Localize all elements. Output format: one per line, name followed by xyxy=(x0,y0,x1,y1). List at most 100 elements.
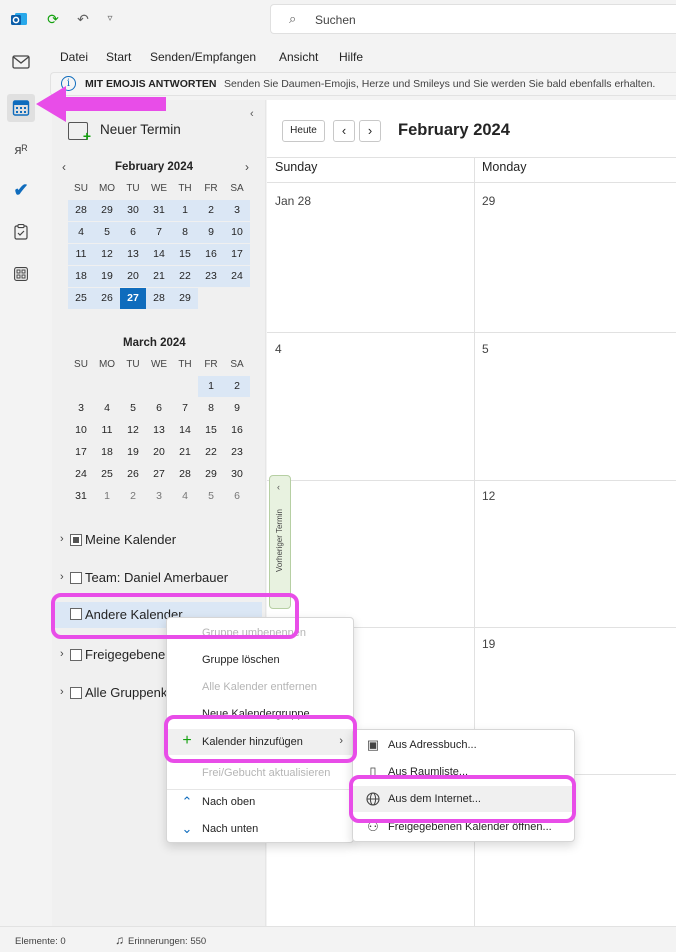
mini-cal-day[interactable]: 6 xyxy=(146,398,172,419)
people-icon[interactable]: ᴙᴿ xyxy=(9,138,33,162)
mini-cal-day[interactable]: 9 xyxy=(224,398,250,419)
mini-cal-prev-icon[interactable]: ‹ xyxy=(62,160,66,174)
mini-cal-day[interactable]: 10 xyxy=(224,222,250,243)
apps-icon[interactable] xyxy=(9,262,33,286)
expand-chevron-icon[interactable]: › xyxy=(60,686,64,698)
previous-appointment-tab[interactable]: ‹ Vorheriger Termin xyxy=(269,475,291,609)
submenu-from-internet[interactable]: Aus dem Internet... xyxy=(353,786,574,812)
menu-item-add-calendar[interactable]: + Kalender hinzufügen › xyxy=(167,729,353,755)
mini-cal-day[interactable]: 2 xyxy=(198,200,224,221)
expand-chevron-icon[interactable]: › xyxy=(60,648,64,660)
mini-cal-day[interactable]: 17 xyxy=(68,442,94,463)
mini-cal-day[interactable]: 21 xyxy=(172,442,198,463)
menu-senden-empfangen[interactable]: Senden/Empfangen xyxy=(150,50,256,64)
mini-cal-day[interactable]: 13 xyxy=(146,420,172,441)
folder-checkbox[interactable] xyxy=(70,534,82,546)
mini-cal-day[interactable]: 21 xyxy=(146,266,172,287)
menu-start[interactable]: Start xyxy=(106,50,131,64)
collapse-pane-icon[interactable]: ‹ xyxy=(250,108,254,120)
mini-cal-day[interactable]: 25 xyxy=(68,288,94,309)
mini-cal-day[interactable]: 27 xyxy=(120,288,146,309)
folder-checkbox[interactable] xyxy=(70,687,82,699)
mini-cal-day[interactable]: 18 xyxy=(94,442,120,463)
mini-cal-day[interactable]: 18 xyxy=(68,266,94,287)
mini-cal-day[interactable]: 3 xyxy=(224,200,250,221)
mini-cal-day[interactable]: 5 xyxy=(94,222,120,243)
mini-cal-day[interactable]: 2 xyxy=(120,486,146,507)
mini-cal-day[interactable]: 4 xyxy=(94,398,120,419)
menu-datei[interactable]: Datei xyxy=(60,50,88,64)
mini-cal-day[interactable]: 9 xyxy=(198,222,224,243)
mini-cal-day[interactable]: 26 xyxy=(94,288,120,309)
mini-cal-day[interactable]: 19 xyxy=(94,266,120,287)
expand-chevron-icon[interactable]: › xyxy=(60,533,64,545)
search-input[interactable]: ⌕ Suchen xyxy=(270,4,676,34)
mini-cal-day[interactable]: 20 xyxy=(120,266,146,287)
mini-cal-day[interactable]: 5 xyxy=(120,398,146,419)
menu-item-rename-group[interactable]: Gruppe umbenennen xyxy=(167,620,353,646)
mini-cal-day[interactable]: 28 xyxy=(172,464,198,485)
mini-cal-day[interactable]: 15 xyxy=(172,244,198,265)
sync-icon[interactable]: ⟳ xyxy=(44,10,62,28)
mini-cal-day[interactable]: 14 xyxy=(172,420,198,441)
mini-cal-day[interactable]: 2 xyxy=(224,376,250,397)
mini-cal-day[interactable]: 16 xyxy=(224,420,250,441)
menu-hilfe[interactable]: Hilfe xyxy=(339,50,363,64)
menu-item-delete-group[interactable]: Gruppe löschen xyxy=(167,647,353,673)
mini-cal-day[interactable]: 30 xyxy=(224,464,250,485)
mini-cal-day[interactable]: 6 xyxy=(120,222,146,243)
mini-cal-day[interactable]: 30 xyxy=(120,200,146,221)
mini-cal-day[interactable]: 31 xyxy=(68,486,94,507)
mini-cal-day[interactable]: 27 xyxy=(146,464,172,485)
mini-cal-day[interactable]: 28 xyxy=(146,288,172,309)
mini-cal-day[interactable]: 31 xyxy=(146,200,172,221)
menu-item-new-group[interactable]: Neue Kalendergruppe xyxy=(167,701,353,727)
mini-cal-day[interactable]: 19 xyxy=(120,442,146,463)
menu-item-move-up[interactable]: ⌃ Nach oben xyxy=(167,789,353,815)
mini-cal-day[interactable]: 8 xyxy=(172,222,198,243)
mini-cal-day[interactable]: 29 xyxy=(198,464,224,485)
prev-month-button[interactable]: ‹ xyxy=(333,120,355,142)
mini-cal-day[interactable]: 25 xyxy=(94,464,120,485)
reminders-count[interactable]: Erinnerungen: 550 xyxy=(128,936,206,947)
day-cell-label[interactable]: 19 xyxy=(482,637,495,651)
menu-item-refresh-freebusy[interactable]: Frei/Gebucht aktualisieren xyxy=(167,760,353,786)
mini-cal-day[interactable]: 8 xyxy=(198,398,224,419)
mini-cal-day[interactable]: 10 xyxy=(68,420,94,441)
mini-cal-day[interactable]: 13 xyxy=(120,244,146,265)
mini-cal-day[interactable]: 12 xyxy=(120,420,146,441)
day-cell-label[interactable]: 4 xyxy=(275,342,282,356)
mini-cal-day[interactable]: 26 xyxy=(120,464,146,485)
day-cell-label[interactable]: 12 xyxy=(482,489,495,503)
mini-cal-day[interactable]: 23 xyxy=(198,266,224,287)
mini-cal-day[interactable]: 3 xyxy=(146,486,172,507)
mini-cal-day[interactable]: 29 xyxy=(94,200,120,221)
mini-cal-day[interactable]: 6 xyxy=(224,486,250,507)
mini-cal-day[interactable]: 11 xyxy=(68,244,94,265)
mini-cal-day[interactable]: 24 xyxy=(224,266,250,287)
mini-cal-day[interactable]: 3 xyxy=(68,398,94,419)
mini-cal-day[interactable]: 20 xyxy=(146,442,172,463)
undo-icon[interactable]: ↶ xyxy=(74,10,92,28)
day-cell-label[interactable]: 5 xyxy=(482,342,489,356)
today-button[interactable]: Heute xyxy=(282,120,325,142)
mini-cal-day[interactable]: 23 xyxy=(224,442,250,463)
mini-cal-day[interactable]: 4 xyxy=(172,486,198,507)
mail-icon[interactable] xyxy=(9,50,33,74)
folder-checkbox[interactable] xyxy=(70,649,82,661)
submenu-open-shared-calendar[interactable]: ⚇ Freigegebenen Kalender öffnen... xyxy=(353,814,574,840)
menu-item-move-down[interactable]: ⌄ Nach unten xyxy=(167,816,353,842)
expand-chevron-icon[interactable]: › xyxy=(60,571,64,583)
mini-cal-day[interactable]: 5 xyxy=(198,486,224,507)
customize-dropdown-icon[interactable]: ▿ xyxy=(101,10,119,28)
mini-cal-day[interactable]: 7 xyxy=(172,398,198,419)
todo-icon[interactable]: ✔ xyxy=(9,178,33,202)
mini-cal-day[interactable]: 7 xyxy=(146,222,172,243)
mini-cal-day[interactable]: 28 xyxy=(68,200,94,221)
calendar-icon[interactable] xyxy=(7,94,35,122)
mini-cal-day[interactable]: 11 xyxy=(94,420,120,441)
mini-cal-day[interactable]: 22 xyxy=(198,442,224,463)
mini-cal-day[interactable]: 29 xyxy=(172,288,198,309)
folder-checkbox[interactable] xyxy=(70,572,82,584)
mini-cal-day[interactable]: 22 xyxy=(172,266,198,287)
